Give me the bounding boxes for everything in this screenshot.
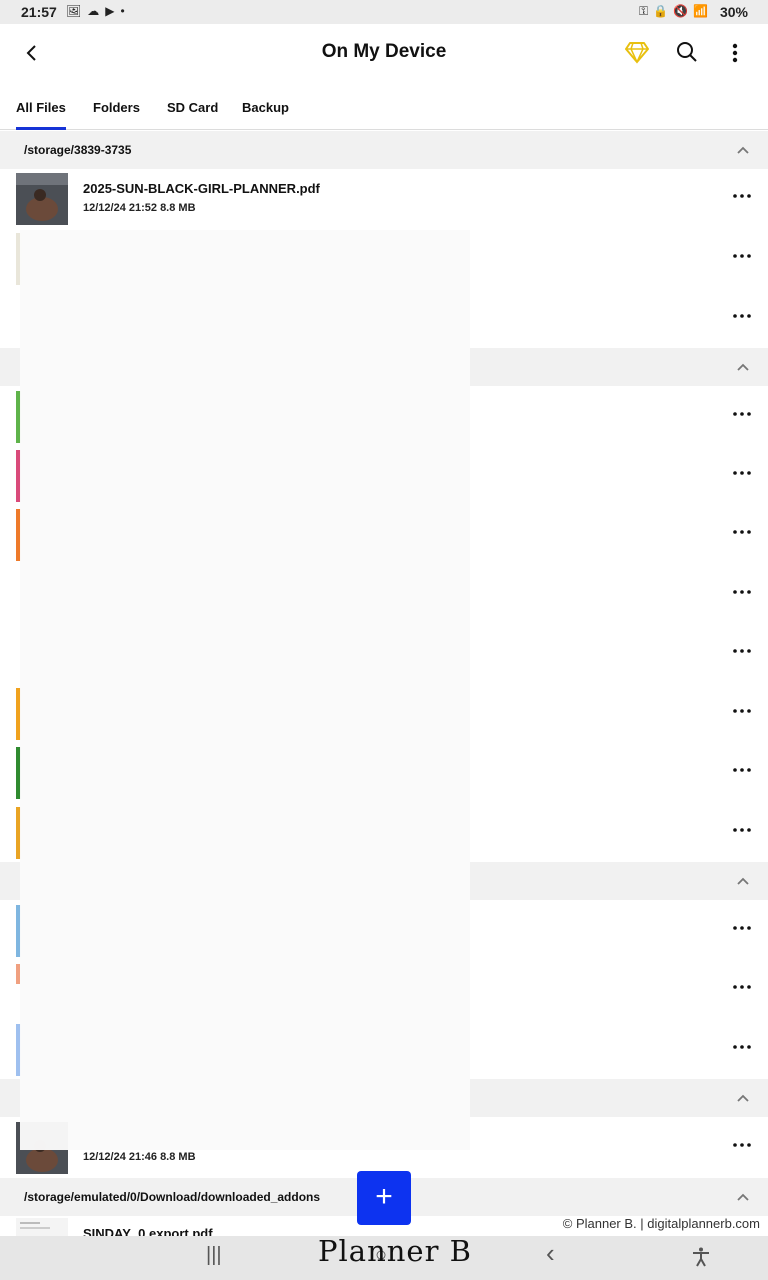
mute-icon: 🔇 [673, 4, 689, 18]
key-icon: ⚿ [639, 4, 649, 18]
more-horizontal-icon [733, 709, 751, 713]
file-name: SINDAY_0 export.pdf [83, 1226, 213, 1236]
more-horizontal-icon [733, 1045, 751, 1049]
more-horizontal-icon [733, 649, 751, 653]
more-vertical-icon [732, 43, 738, 63]
notification-icons: 🖼 ☁ ▶ • [66, 4, 125, 18]
system-icons: ⚿ 🔒 🔇 📶 [639, 4, 708, 19]
file-menu-button[interactable] [732, 1140, 752, 1150]
file-menu-button[interactable] [732, 923, 752, 933]
file-menu-button[interactable] [732, 706, 752, 716]
app-bar: On My Device [0, 24, 768, 84]
lock-icon: 🔒 [653, 4, 669, 18]
tab-all-files[interactable]: All Files [16, 100, 66, 130]
file-menu-button[interactable] [732, 587, 752, 597]
more-horizontal-icon [733, 590, 751, 594]
overflow-menu-button[interactable] [724, 38, 746, 68]
nav-back-button[interactable]: ‹ [546, 1238, 555, 1269]
file-menu-button[interactable] [732, 982, 752, 992]
battery-level: 30% [719, 4, 748, 20]
accessibility-icon[interactable] [690, 1246, 712, 1268]
file-meta: 12/12/24 21:52 8.8 MB [83, 202, 196, 214]
more-horizontal-icon [733, 1143, 751, 1147]
overlay-panel [20, 230, 470, 1150]
chevron-up-icon[interactable] [736, 360, 750, 374]
chevron-up-icon[interactable] [736, 143, 750, 157]
page-title: On My Device [321, 41, 447, 62]
more-horizontal-icon [733, 985, 751, 989]
file-menu-button[interactable] [732, 409, 752, 419]
image-icon: 🖼 [66, 4, 82, 18]
diamond-icon [625, 42, 649, 64]
more-horizontal-icon [733, 471, 751, 475]
youtube-icon: ▶ [105, 4, 115, 18]
tab-backup[interactable]: Backup [242, 100, 289, 115]
file-meta: 12/12/24 21:46 8.8 MB [83, 1151, 196, 1163]
folder-path: /storage/emulated/0/Download/downloaded_… [24, 1190, 321, 1204]
more-horizontal-icon [733, 254, 751, 258]
watermark-text: © Planner B. | digitalplannerb.com [562, 1216, 760, 1231]
more-horizontal-icon [733, 194, 751, 198]
chevron-up-icon[interactable] [736, 874, 750, 888]
tab-folders[interactable]: Folders [93, 100, 140, 115]
status-bar: 21:57 🖼 ☁ ▶ • ⚿ 🔒 🔇 📶 30% [0, 0, 768, 24]
file-menu-button[interactable] [732, 468, 752, 478]
more-horizontal-icon [733, 768, 751, 772]
file-menu-button[interactable] [732, 191, 752, 201]
watermark-logo: Planner B [318, 1234, 472, 1268]
more-horizontal-icon [733, 530, 751, 534]
tab-bar: All Files Folders SD Card Backup [0, 84, 768, 130]
cloud-icon: ☁ [87, 4, 100, 18]
more-horizontal-icon [733, 314, 751, 318]
file-menu-button[interactable] [732, 311, 752, 321]
file-thumbnail [16, 173, 68, 225]
file-thumbnail [16, 1218, 68, 1236]
tab-sd-card[interactable]: SD Card [167, 100, 218, 115]
more-horizontal-icon [733, 926, 751, 930]
file-menu-button[interactable] [732, 765, 752, 775]
file-row[interactable]: 2025-SUN-BLACK-GIRL-PLANNER.pdf 12/12/24… [0, 169, 768, 228]
file-menu-button[interactable] [732, 646, 752, 656]
search-icon [677, 42, 697, 62]
search-button[interactable] [674, 39, 700, 65]
file-menu-button[interactable] [732, 1042, 752, 1052]
add-button[interactable]: + [357, 1171, 411, 1225]
chevron-up-icon[interactable] [736, 1091, 750, 1105]
premium-button[interactable] [624, 39, 650, 65]
clock: 21:57 [21, 4, 57, 20]
more-horizontal-icon [733, 412, 751, 416]
file-menu-button[interactable] [732, 825, 752, 835]
folder-path: /storage/3839-3735 [24, 143, 132, 157]
more-horizontal-icon [733, 828, 751, 832]
wifi-icon: 📶 [693, 4, 708, 18]
recents-button[interactable]: ||| [206, 1244, 222, 1267]
file-menu-button[interactable] [732, 527, 752, 537]
file-name: 2025-SUN-BLACK-GIRL-PLANNER.pdf [83, 181, 320, 196]
dot-icon: • [120, 4, 125, 18]
chevron-up-icon[interactable] [736, 1190, 750, 1204]
folder-section-header[interactable]: /storage/3839-3735 [0, 131, 768, 169]
file-menu-button[interactable] [732, 251, 752, 261]
